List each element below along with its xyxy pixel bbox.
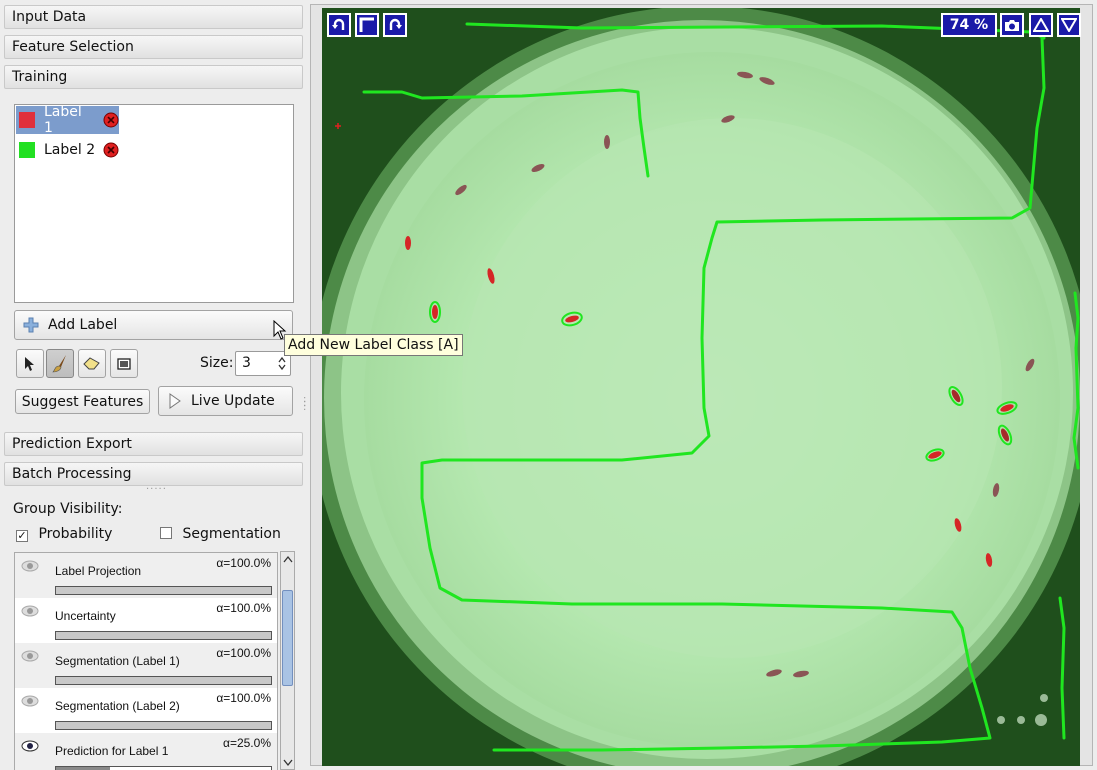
layer-list-scrollbar[interactable] xyxy=(280,551,295,770)
suggest-features-text: Suggest Features xyxy=(21,393,144,410)
add-label-tooltip: Add New Label Class [A] xyxy=(284,334,463,356)
layer-name: Label Projection xyxy=(55,564,142,578)
layer-alpha: α=100.0% xyxy=(216,601,271,615)
label-list[interactable]: Label 1 Label 2 xyxy=(14,104,294,303)
layer-alpha: α=100.0% xyxy=(216,556,271,570)
triangle-down-icon xyxy=(1061,18,1077,32)
undo-button[interactable] xyxy=(327,13,351,37)
panel-splitter[interactable]: ::: xyxy=(303,395,307,413)
label-row-2[interactable]: Label 2 xyxy=(16,136,119,164)
segmentation-checkbox[interactable]: Segmentation xyxy=(160,526,281,542)
layer-name: Prediction for Label 1 xyxy=(55,744,169,758)
add-label-text: Add Label xyxy=(48,317,118,333)
scroll-up-icon[interactable] xyxy=(283,555,293,563)
layer-opacity-bar[interactable] xyxy=(55,721,272,730)
brush-tool-button[interactable] xyxy=(46,349,74,378)
delete-label-2-icon[interactable] xyxy=(103,142,119,158)
splitter-handle[interactable]: ····· xyxy=(146,484,167,495)
redo-icon xyxy=(389,18,402,30)
layer-row[interactable]: Segmentation (Label 2) α=100.0% xyxy=(15,688,277,733)
delete-label-1-icon[interactable] xyxy=(103,112,119,128)
layer-name: Segmentation (Label 2) xyxy=(55,699,180,713)
scrollbar-thumb[interactable] xyxy=(282,590,293,686)
live-update-button[interactable]: Live Update xyxy=(158,386,293,416)
camera-icon xyxy=(1005,20,1019,31)
layer-name: Segmentation (Label 1) xyxy=(55,654,180,668)
dish-center xyxy=(462,118,1002,658)
suggest-features-button[interactable]: Suggest Features xyxy=(15,389,150,414)
eraser-icon xyxy=(83,356,100,369)
brush-size-spinbox[interactable]: 3 xyxy=(235,351,291,376)
corner-icon xyxy=(359,17,374,32)
brush-size-value: 3 xyxy=(242,355,251,371)
layer-opacity-bar[interactable] xyxy=(55,586,272,595)
triangle-up-icon xyxy=(1033,18,1049,32)
navigation-tool-button[interactable] xyxy=(16,349,44,378)
spin-arrows-icon[interactable] xyxy=(278,356,286,371)
label-2-name: Label 2 xyxy=(44,142,96,158)
drawer-training[interactable]: Training xyxy=(4,65,303,89)
brush-icon xyxy=(52,354,66,372)
label-row-1[interactable]: Label 1 xyxy=(16,104,119,136)
eraser-tool-button[interactable] xyxy=(78,349,106,378)
layer-opacity-bar[interactable] xyxy=(55,631,272,640)
undo-icon xyxy=(332,18,345,30)
fit-view-button[interactable] xyxy=(355,13,379,37)
image-viewer[interactable]: 74 % xyxy=(310,4,1093,766)
layer-alpha: α=25.0% xyxy=(223,736,271,750)
label-1-name: Label 1 xyxy=(43,104,82,136)
layer-list[interactable]: Label Projection α=100.0% Uncertainty α=… xyxy=(14,552,278,770)
slice-up-button[interactable] xyxy=(1029,13,1053,37)
drawer-prediction-export[interactable]: Prediction Export xyxy=(4,432,303,456)
drawer-input-data[interactable]: Input Data xyxy=(4,5,303,29)
left-panel: Input Data Feature Selection Training La… xyxy=(0,0,463,770)
segmentation-check-icon[interactable] xyxy=(160,527,172,539)
plus-icon xyxy=(23,317,39,333)
brush-size-label: Size: xyxy=(200,355,234,371)
screenshot-button[interactable] xyxy=(1000,13,1024,37)
swap-icon xyxy=(117,357,131,370)
drawer-batch-processing[interactable]: Batch Processing xyxy=(4,462,303,486)
eye-icon[interactable] xyxy=(21,694,39,708)
layer-row[interactable]: Label Projection α=100.0% xyxy=(15,553,277,598)
add-label-button[interactable]: Add Label xyxy=(14,310,293,340)
live-update-text: Live Update xyxy=(191,393,275,409)
zoom-level-display[interactable]: 74 % xyxy=(941,13,997,37)
drawer-feature-selection[interactable]: Feature Selection xyxy=(4,35,303,59)
layer-alpha: α=100.0% xyxy=(216,691,271,705)
layer-row[interactable]: Uncertainty α=100.0% xyxy=(15,598,277,643)
scroll-down-icon[interactable] xyxy=(283,759,293,767)
redo-button[interactable] xyxy=(383,13,407,37)
layer-alpha: α=100.0% xyxy=(216,646,271,660)
eye-icon[interactable] xyxy=(21,604,39,618)
layer-row[interactable]: Segmentation (Label 1) α=100.0% xyxy=(15,643,277,688)
probability-checkbox[interactable]: ✓ Probability xyxy=(16,526,112,542)
probability-check-icon[interactable]: ✓ xyxy=(16,530,28,542)
image-canvas[interactable] xyxy=(322,8,1080,766)
slice-down-button[interactable] xyxy=(1057,13,1081,37)
eye-icon[interactable] xyxy=(21,739,39,753)
layer-opacity-bar[interactable] xyxy=(55,676,272,685)
label-1-color-swatch[interactable] xyxy=(19,112,35,128)
label-2-color-swatch[interactable] xyxy=(19,142,35,158)
eye-icon[interactable] xyxy=(21,649,39,663)
layer-opacity-bar[interactable] xyxy=(55,766,272,770)
eye-icon[interactable] xyxy=(21,559,39,573)
segmentation-label: Segmentation xyxy=(182,526,281,542)
layer-row[interactable]: Prediction for Label 1 α=25.0% xyxy=(15,733,277,770)
probability-label: Probability xyxy=(38,526,113,542)
layer-name: Uncertainty xyxy=(55,609,116,623)
arrow-icon xyxy=(25,356,34,371)
threshold-tool-button[interactable] xyxy=(110,349,138,378)
group-visibility-title: Group Visibility: xyxy=(13,501,123,517)
play-icon xyxy=(169,393,181,409)
